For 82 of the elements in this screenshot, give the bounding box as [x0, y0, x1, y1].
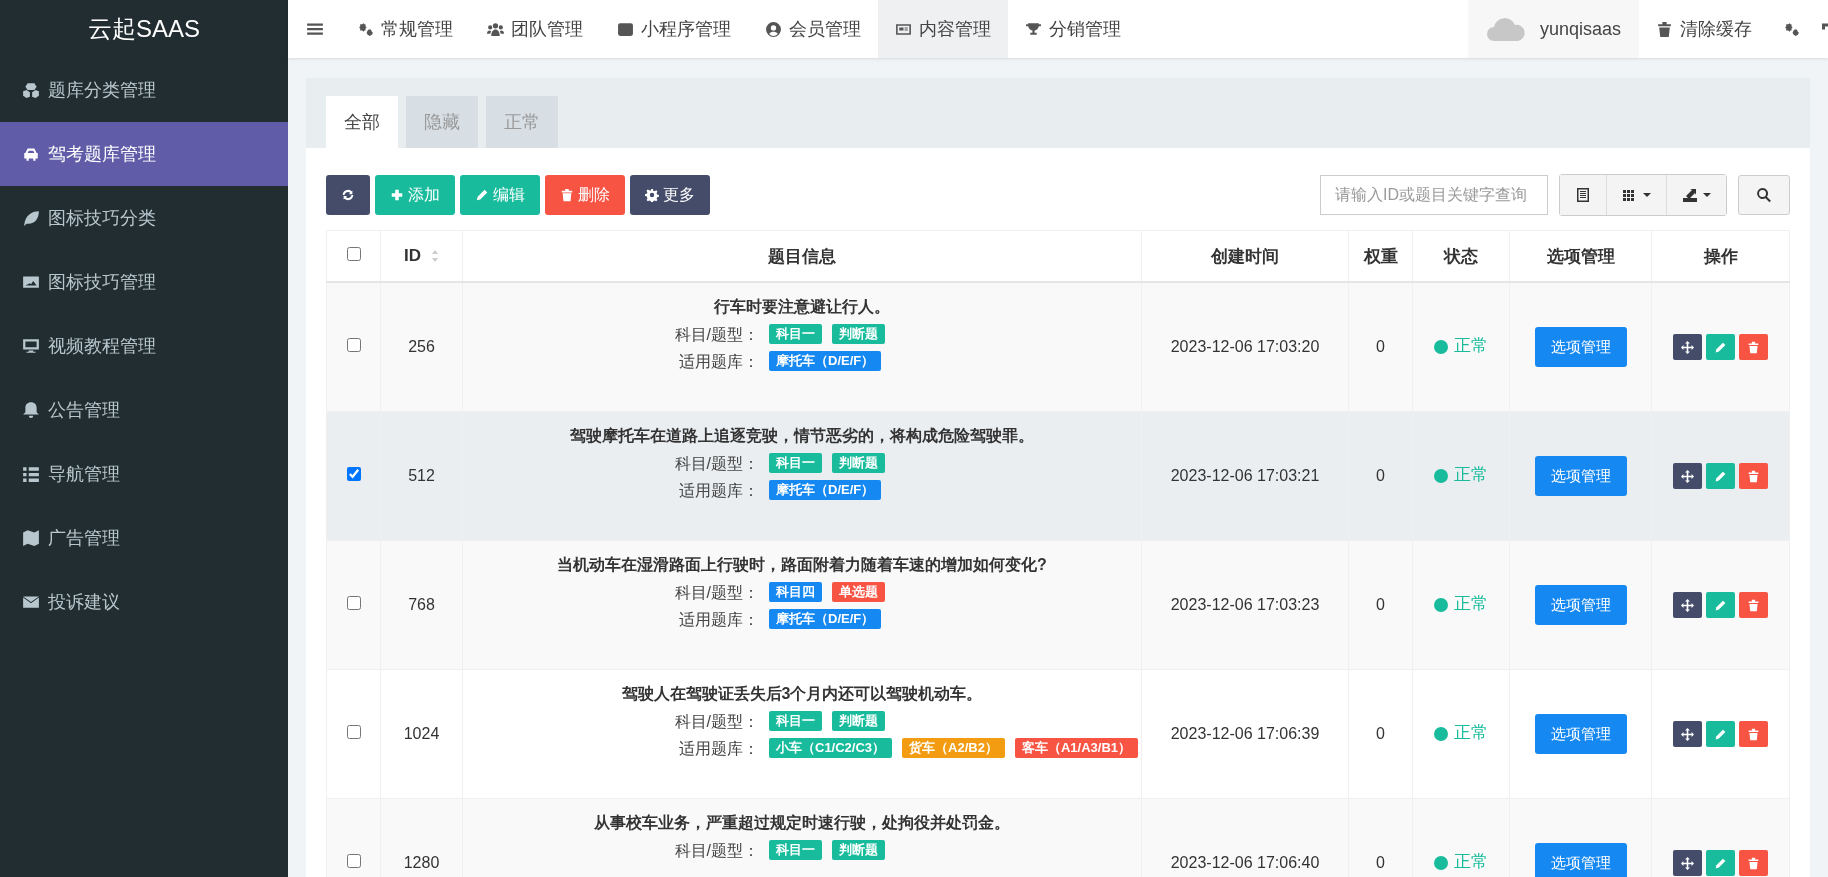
table-row[interactable]: 512 驾驶摩托车在道路上追逐竞驶，情节恶劣的，将构成危险驾驶罪。 科目/题型： 科目一 判断题 适用题库： 摩托车（D/E/F） 2023-12-06 17:03:21 0 正常 选项管理	[326, 411, 1790, 541]
clear-cache-button[interactable]: 清除缓存	[1639, 0, 1769, 58]
nav-tab[interactable]: 分销管理	[1008, 0, 1138, 58]
status-text: 正常	[1454, 852, 1488, 873]
field-label: 适用题库：	[679, 609, 759, 629]
id-cell: 256	[408, 338, 435, 356]
sidebar-item[interactable]: 图标技巧分类	[0, 186, 288, 250]
weight-cell: 0	[1376, 338, 1385, 356]
column-header-text[interactable]: ID	[404, 246, 421, 266]
sidebar-item[interactable]: 图标技巧管理	[0, 250, 288, 314]
options-button[interactable]: 选项管理	[1534, 714, 1627, 754]
weight-cell: 0	[1376, 854, 1385, 872]
subject-tag: 科目四	[769, 582, 822, 603]
id-cell: 768	[408, 596, 435, 614]
question-title: 驾驶摩托车在道路上追逐竞驶，情节恶劣的，将构成危险驾驶罪。	[569, 426, 1035, 446]
brand-logo[interactable]: 云起SAAS	[0, 0, 288, 58]
question-title: 驾驶人在驾驶证丢失后3个月内还可以驾驶机动车。	[620, 684, 984, 704]
options-button[interactable]: 选项管理	[1534, 327, 1627, 367]
status-text: 正常	[1454, 465, 1488, 486]
field-label: 科目/题型：	[674, 324, 759, 344]
options-button[interactable]: 选项管理	[1534, 456, 1627, 496]
created-time: 2023-12-06 17:06:40	[1170, 854, 1320, 872]
sidebar-item[interactable]: 题库分类管理	[0, 58, 288, 122]
subject-tag: 判断题	[832, 453, 885, 474]
nav-tab[interactable]: 会员管理	[748, 0, 878, 58]
filter-tab[interactable]: 全部	[326, 96, 398, 148]
sidebar-item[interactable]: 广告管理	[0, 506, 288, 570]
question-title: 当机动车在湿滑路面上行驶时，路面附着力随着车速的增加如何变化?	[556, 555, 1048, 575]
field-label: 适用题库：	[679, 351, 759, 371]
field-label: 适用题库：	[679, 738, 759, 758]
field-label: 科目/题型：	[674, 840, 759, 860]
status-text: 正常	[1454, 723, 1488, 744]
table-row[interactable]: 768 当机动车在湿滑路面上行驶时，路面附着力随着车速的增加如何变化? 科目/题型： 科目四 单选题 适用题库： 摩托车（D/E/F） 2023-12-06 17:03:23 0 正常 选项管理	[326, 540, 1790, 670]
sidebar-item[interactable]: 驾考题库管理	[0, 122, 288, 186]
status-text: 正常	[1454, 336, 1488, 357]
subject-tag: 判断题	[832, 840, 885, 861]
sidebar-item[interactable]: 导航管理	[0, 442, 288, 506]
status-text: 正常	[1454, 594, 1488, 615]
subject-tag: 判断题	[832, 324, 885, 345]
created-time: 2023-12-06 17:06:39	[1170, 725, 1320, 743]
nav-tab[interactable]: 小程序管理	[600, 0, 748, 58]
sidebar-item[interactable]: 视频教程管理	[0, 314, 288, 378]
options-button[interactable]: 选项管理	[1534, 585, 1627, 625]
nav-tab[interactable]: 内容管理	[878, 0, 1008, 58]
weight-cell: 0	[1376, 467, 1385, 485]
table-row[interactable]: 1024 驾驶人在驾驶证丢失后3个月内还可以驾驶机动车。 科目/题型： 科目一 判断题 适用题库： 小车（C1/C2/C3） 货车（A2/B2） 客车（A1/A3/B1） 2023-12-06 17:06:39 0 正常 选项管理	[326, 669, 1790, 799]
created-time: 2023-12-06 17:03:21	[1170, 467, 1320, 485]
subject-tag: 科目一	[769, 453, 822, 474]
table-row[interactable]: 256 行车时要注意避让行人。 科目/题型： 科目一 判断题 适用题库： 摩托车（D/E/F） 2023-12-06 17:03:20 0 正常 选项管理	[326, 282, 1790, 412]
subject-tag: 判断题	[832, 711, 885, 732]
bank-tag: 摩托车（D/E/F）	[769, 609, 882, 630]
weight-cell: 0	[1376, 725, 1385, 743]
subject-tag: 单选题	[832, 582, 885, 603]
more-button[interactable]: 更多	[630, 175, 710, 215]
weight-cell: 0	[1376, 596, 1385, 614]
bank-tag: 摩托车（D/E/F）	[769, 480, 882, 501]
options-button[interactable]: 选项管理	[1534, 843, 1627, 877]
question-title: 从事校车业务，严重超过规定时速行驶，处拘役并处罚金。	[593, 813, 1011, 833]
sidebar-item[interactable]: 公告管理	[0, 378, 288, 442]
subject-tag: 科目一	[769, 840, 822, 861]
bank-tag: 货车（A2/B2）	[902, 738, 1005, 759]
nav-tab[interactable]: 团队管理	[470, 0, 600, 58]
subject-tag: 科目一	[769, 711, 822, 732]
created-time: 2023-12-06 17:03:23	[1170, 596, 1320, 614]
id-cell: 1024	[403, 725, 440, 743]
field-label: 科目/题型：	[674, 453, 759, 473]
created-time: 2023-12-06 17:03:20	[1170, 338, 1320, 356]
bank-tag: 摩托车（D/E/F）	[769, 351, 882, 372]
user-menu[interactable]: yunqisaas	[1467, 0, 1639, 58]
search-field[interactable]: 请输入ID或题目关键字查询	[1320, 175, 1548, 215]
subject-tag: 科目一	[769, 324, 822, 345]
field-label: 科目/题型：	[674, 711, 759, 731]
bank-tag: 小车（C1/C2/C3）	[769, 738, 893, 759]
nav-tab[interactable]: 常规管理	[340, 0, 470, 58]
table-row[interactable]: 1280 从事校车业务，严重超过规定时速行驶，处拘役并处罚金。 科目/题型： 科目一 判断题 2023-12-06 17:06:40 0 正常 选项管理	[326, 798, 1790, 877]
question-title: 行车时要注意避让行人。	[713, 297, 891, 317]
id-cell: 1280	[403, 854, 440, 872]
sidebar-item[interactable]: 投诉建议	[0, 570, 288, 634]
id-cell: 512	[408, 467, 435, 485]
field-label: 适用题库：	[679, 480, 759, 500]
field-label: 科目/题型：	[674, 582, 759, 602]
bank-tag: 客车（A1/A3/B1）	[1014, 738, 1138, 759]
